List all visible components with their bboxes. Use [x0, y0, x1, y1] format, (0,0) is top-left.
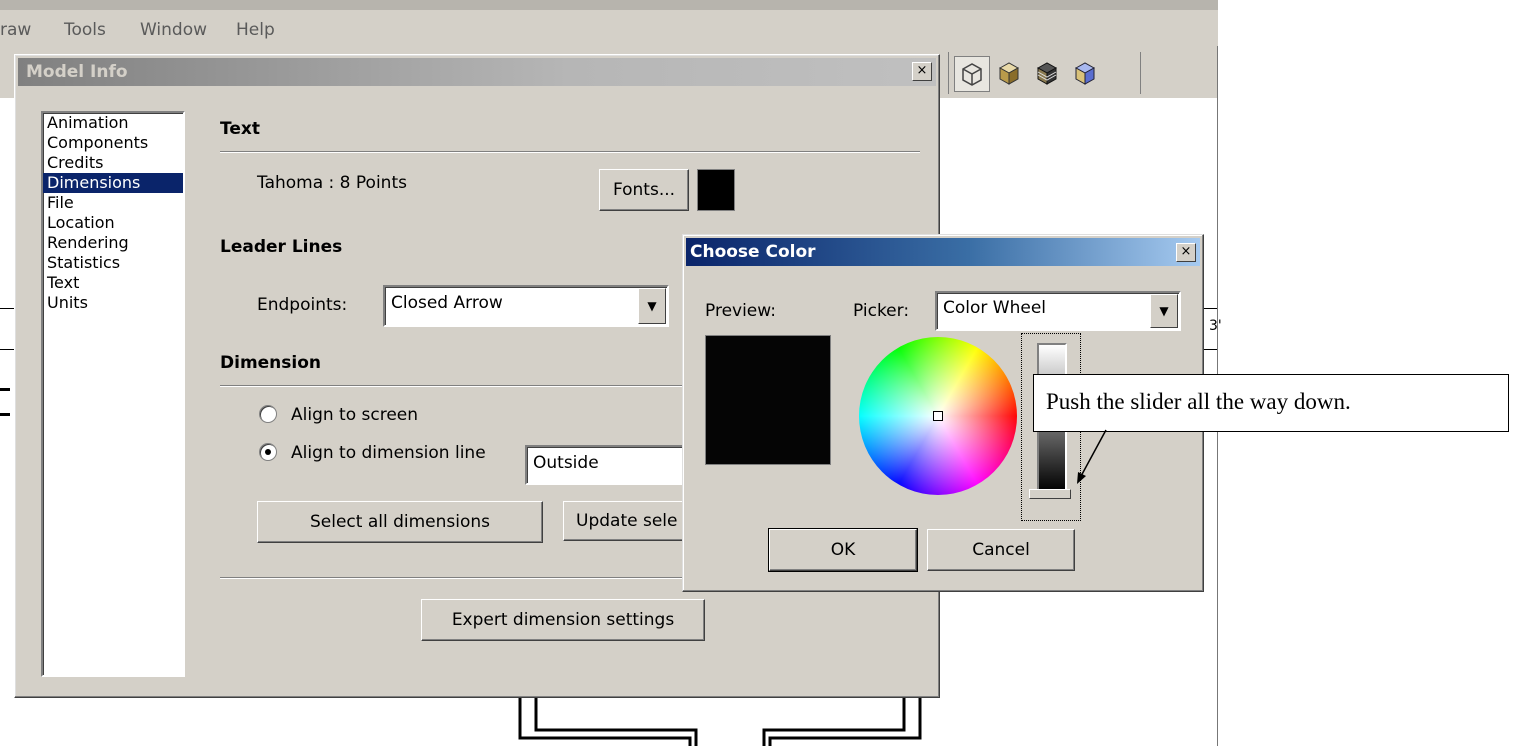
ok-button[interactable]: OK [768, 528, 918, 572]
chevron-down-icon[interactable]: ▼ [638, 288, 666, 324]
expert-dimension-settings-button[interactable]: Expert dimension settings [421, 599, 705, 641]
category-item-units[interactable]: Units [43, 293, 183, 313]
toolbar-separator [948, 52, 949, 94]
preview-label: Preview: [705, 301, 776, 321]
app-title-bar [0, 0, 1218, 10]
update-selected-button[interactable]: Update sele [563, 501, 693, 541]
cancel-button[interactable]: Cancel [927, 529, 1075, 571]
category-item-location[interactable]: Location [43, 213, 183, 233]
category-item-text[interactable]: Text [43, 273, 183, 293]
category-item-rendering[interactable]: Rendering [43, 233, 183, 253]
select-all-dimensions-button[interactable]: Select all dimensions [257, 501, 543, 543]
category-item-components[interactable]: Components [43, 133, 183, 153]
shaded-cube-icon[interactable] [992, 56, 1026, 90]
toolbar-separator [1140, 52, 1141, 94]
endpoints-value: Closed Arrow [391, 293, 503, 313]
color-preview-swatch [705, 335, 831, 465]
picker-label: Picker: [853, 301, 910, 321]
brightness-slider-thumb[interactable] [1029, 489, 1071, 499]
endpoints-label: Endpoints: [257, 295, 348, 315]
align-dimension-line-label: Align to dimension line [291, 443, 486, 463]
category-list[interactable]: Animation Components Credits Dimensions File… [41, 111, 185, 677]
alignment-position-value: Outside [533, 453, 599, 473]
choose-color-title: Choose Color [690, 242, 816, 262]
dimension-mark-fragment [0, 388, 10, 416]
section-divider [220, 151, 920, 153]
menu-tools[interactable]: Tools [64, 20, 106, 40]
choose-color-title-bar[interactable]: Choose Color × [686, 238, 1200, 266]
fonts-button[interactable]: Fonts... [599, 169, 689, 211]
annotation-callout: Push the slider all the way down. [1033, 374, 1509, 432]
wireframe-cube-icon[interactable] [954, 56, 990, 92]
model-info-title-bar[interactable]: Model Info × [18, 58, 936, 86]
textured-cube-icon[interactable] [1030, 56, 1064, 90]
annotation-text: Push the slider all the way down. [1046, 389, 1351, 414]
font-value: Tahoma : 8 Points [257, 173, 407, 193]
category-item-animation[interactable]: Animation [43, 113, 183, 133]
align-screen-radio[interactable] [259, 405, 277, 423]
align-dimension-line-radio[interactable] [259, 443, 277, 461]
menu-help[interactable]: Help [236, 20, 275, 40]
menu-bar: raw Tools Window Help [0, 10, 1218, 46]
annotation-arrow-icon [1077, 429, 1107, 484]
model-info-title: Model Info [26, 62, 128, 82]
dimension-label: 3' [1209, 318, 1222, 334]
picker-value: Color Wheel [943, 298, 1047, 318]
chevron-down-icon[interactable]: ▼ [1150, 294, 1178, 328]
category-item-dimensions[interactable]: Dimensions [43, 173, 183, 193]
picker-select[interactable]: Color Wheel ▼ [935, 291, 1181, 331]
choose-color-close-button[interactable]: × [1176, 243, 1196, 262]
model-info-close-button[interactable]: × [912, 62, 932, 81]
dimension-heading: Dimension [220, 353, 322, 373]
align-screen-label: Align to screen [291, 405, 419, 425]
drawing-geometry [518, 698, 922, 746]
text-section-heading: Text [220, 119, 260, 139]
leader-lines-heading: Leader Lines [220, 237, 343, 257]
category-item-credits[interactable]: Credits [43, 153, 183, 173]
category-item-statistics[interactable]: Statistics [43, 253, 183, 273]
text-color-swatch[interactable] [697, 169, 735, 211]
alignment-position-select[interactable]: Outside [525, 445, 695, 485]
color-wheel-marker[interactable] [933, 411, 943, 421]
endpoints-select[interactable]: Closed Arrow ▼ [383, 285, 669, 327]
category-item-file[interactable]: File [43, 193, 183, 213]
xray-cube-icon[interactable] [1068, 56, 1102, 90]
menu-window[interactable]: Window [140, 20, 207, 40]
menu-draw[interactable]: raw [0, 20, 31, 40]
